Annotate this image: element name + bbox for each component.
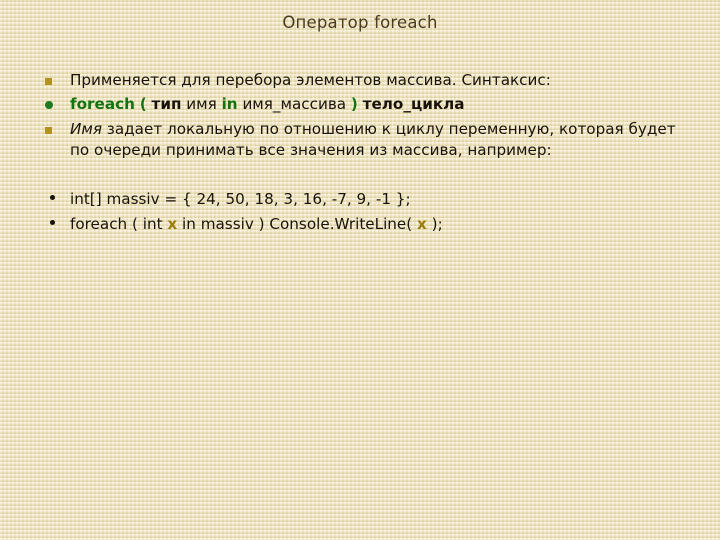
code-foreach-part2: in massiv ) Console.WriteLine( <box>177 215 418 233</box>
slide-body: Применяется для перебора элементов масси… <box>40 70 680 237</box>
dot-bullet-icon <box>50 220 55 225</box>
description-emphasis: Имя <box>70 120 102 138</box>
keyword-in: in <box>221 95 238 113</box>
square-bullet-icon <box>45 127 52 134</box>
bullet-item-description: Имя задает локальную по отношению к цикл… <box>40 119 680 161</box>
bullet-item-intro: Применяется для перебора элементов масси… <box>40 70 680 91</box>
placeholder-array-name: имя_массива <box>242 95 347 113</box>
code-variable-x-second: x <box>417 215 427 233</box>
placeholder-name: имя <box>186 95 217 113</box>
code-line-declaration: int[] massiv = { 24, 50, 18, 3, 16, -7, … <box>40 187 680 211</box>
paren-close: ) <box>350 95 358 113</box>
code-line-foreach: foreach ( int x in massiv ) Console.Writ… <box>40 212 680 236</box>
keyword-foreach: foreach <box>70 95 135 113</box>
code-foreach-part3: ); <box>426 215 443 233</box>
slide-canvas: Оператор foreach Применяется для перебор… <box>0 0 720 540</box>
paren-open: ( <box>139 95 147 113</box>
placeholder-loop-body: тело_цикла <box>362 95 465 113</box>
bullet-intro-text: Применяется для перебора элементов масси… <box>70 71 551 89</box>
green-circle-bullet-icon <box>45 101 53 109</box>
slide-title: Оператор foreach <box>282 13 438 32</box>
placeholder-type: тип <box>151 95 182 113</box>
code-foreach-part1: foreach ( int <box>70 215 168 233</box>
description-text: задает локальную по отношению к циклу пе… <box>70 120 676 159</box>
dot-bullet-icon <box>50 195 55 200</box>
code-declaration-text: int[] massiv = { 24, 50, 18, 3, 16, -7, … <box>70 190 411 208</box>
code-variable-x-first: x <box>167 215 178 233</box>
bullet-item-syntax: foreach ( тип имя in имя_массива ) тело_… <box>40 94 680 115</box>
square-bullet-icon <box>45 78 52 85</box>
